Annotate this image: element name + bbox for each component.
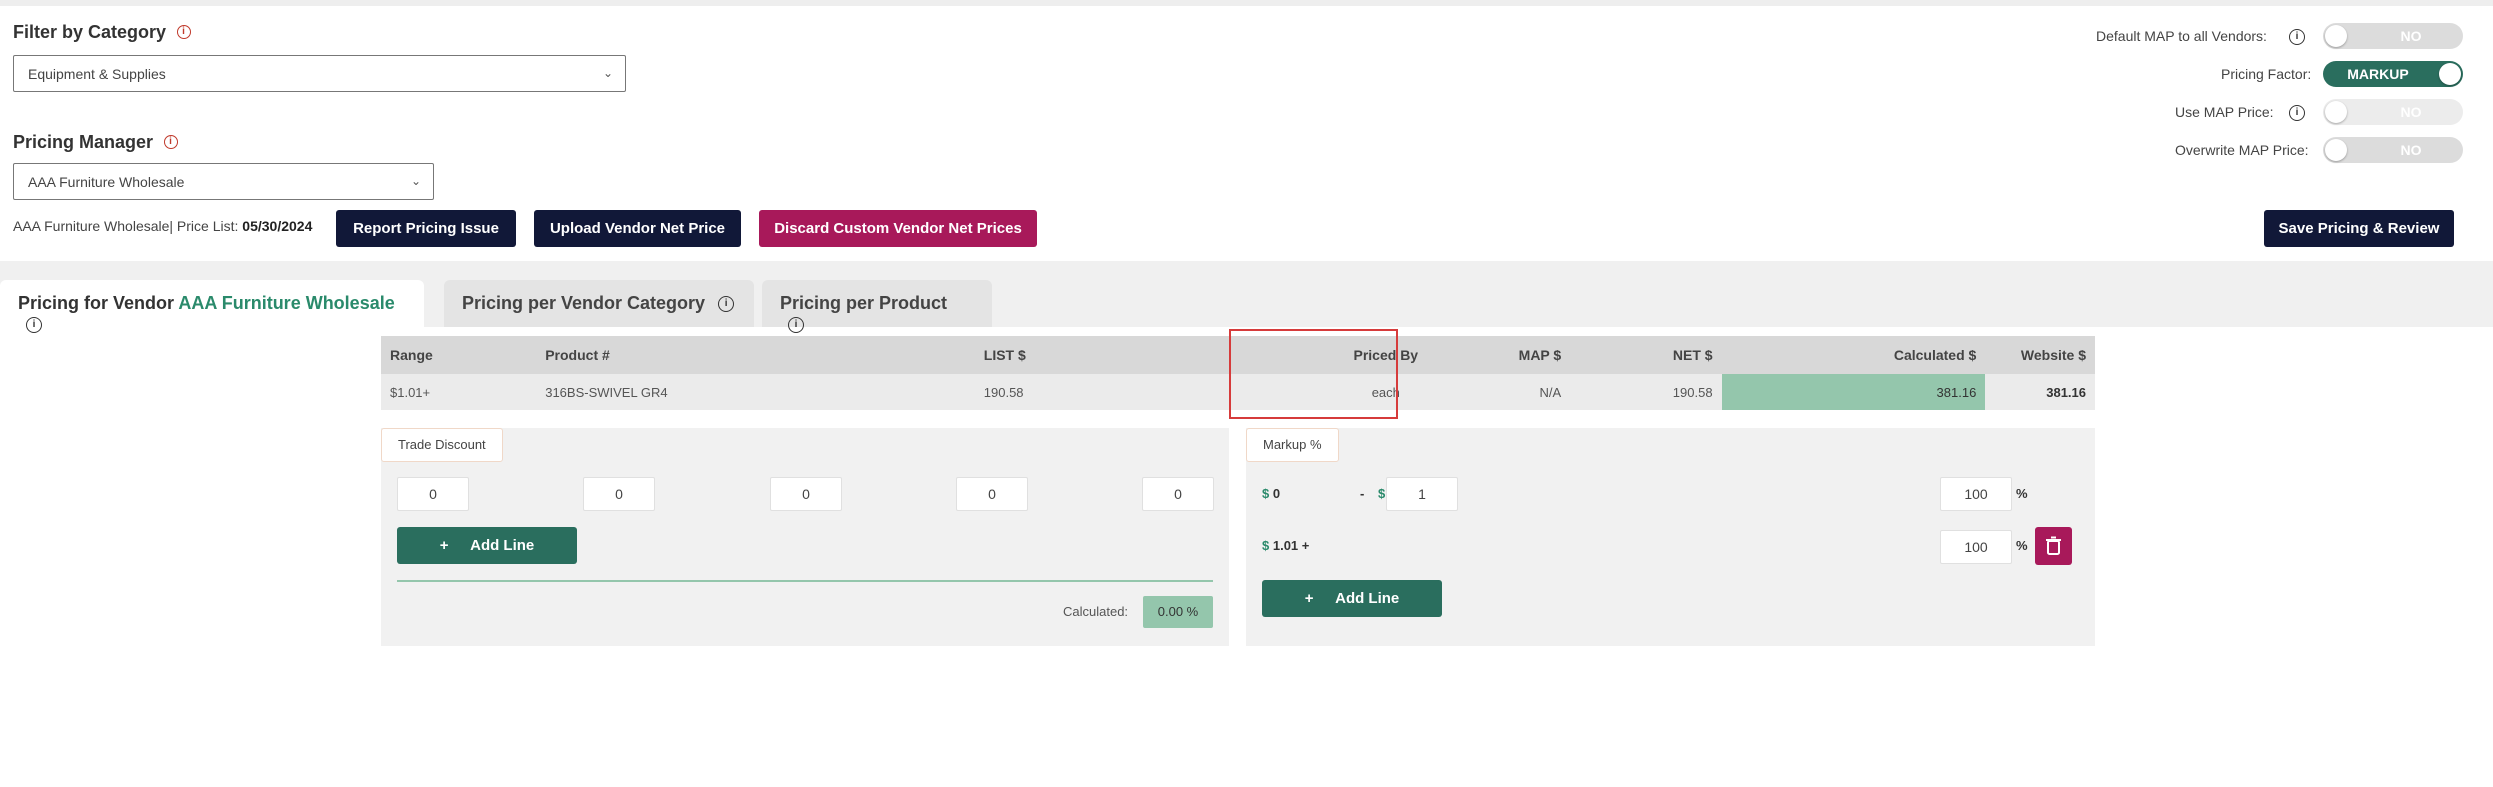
discard-custom-prices-button[interactable]: Discard Custom Vendor Net Prices	[759, 210, 1037, 247]
overwrite-map-label: Overwrite MAP Price:	[2175, 142, 2309, 158]
pricing-factor-toggle[interactable]: MARKUP	[2323, 61, 2463, 87]
markup-row1-pct-sign: %	[2016, 486, 2028, 501]
trade-discount-input-3[interactable]: 0	[770, 477, 842, 511]
header-range: Range	[381, 336, 537, 374]
filter-title: Filter by Category i	[13, 22, 191, 43]
chevron-down-icon: ⌄	[602, 66, 613, 80]
cell-website: 381.16	[1985, 374, 2095, 410]
save-pricing-review-button[interactable]: Save Pricing & Review	[2264, 210, 2454, 247]
tab-category-label: Pricing per Vendor Category	[462, 293, 706, 313]
trade-discount-input-2[interactable]: 0	[583, 477, 655, 511]
plus-icon: +	[1304, 590, 1314, 607]
cell-calculated: 381.16	[1721, 374, 1986, 410]
use-map-toggle-value: NO	[2400, 104, 2422, 120]
settings-panel: Filter by Category i Equipment & Supplie…	[0, 6, 2480, 261]
header-product: Product #	[536, 336, 975, 374]
cell-net: 190.58	[1570, 374, 1722, 410]
trade-discount-input-4[interactable]: 0	[956, 477, 1028, 511]
default-map-toggle[interactable]: NO	[2323, 23, 2463, 49]
pricing-manager-info-icon[interactable]: i	[163, 135, 178, 149]
markup-row1-pct-input[interactable]: 100	[1940, 477, 2012, 511]
markup-row2-pct-sign: %	[2016, 538, 2028, 553]
report-pricing-issue-button[interactable]: Report Pricing Issue	[336, 210, 516, 247]
add-line-label: Add Line	[470, 537, 535, 554]
use-map-info-icon[interactable]: i	[2289, 105, 2305, 121]
trash-icon	[2046, 536, 2061, 555]
default-map-toggle-value: NO	[2400, 28, 2422, 44]
tab-vendor-prefix: Pricing for Vendor	[18, 293, 175, 313]
trade-discount-add-line-button[interactable]: + Add Line	[397, 527, 577, 564]
cell-product: 316BS-SWIVEL GR4	[536, 374, 975, 410]
plus-icon: +	[439, 537, 449, 554]
header-website: Website $	[1985, 336, 2095, 374]
priced-by-highlight	[1229, 329, 1398, 419]
header-calculated: Calculated $	[1721, 336, 1986, 374]
cell-range: $1.01+	[381, 374, 537, 410]
pricing-manager-label: Pricing Manager	[13, 132, 154, 152]
toggle-knob	[2439, 63, 2461, 85]
toggle-knob	[2325, 25, 2347, 47]
pricing-manager-title: Pricing Manager i	[13, 132, 178, 153]
cell-map: N/A	[1454, 374, 1571, 410]
markup-card: Markup % $ 0 - $ 1 100 % $ 1.01 + 100 % …	[1246, 428, 2095, 646]
markup-row1-dash: - $	[1360, 486, 1386, 501]
toggle-knob	[2325, 139, 2347, 161]
upload-vendor-net-price-button[interactable]: Upload Vendor Net Price	[534, 210, 741, 247]
price-list-vendor: AAA Furniture Wholesale| Price List:	[13, 218, 239, 234]
pricing-manager-select[interactable]: AAA Furniture Wholesale ⌄	[13, 163, 434, 200]
pricing-manager-select-value: AAA Furniture Wholesale	[28, 174, 185, 190]
header-net: NET $	[1570, 336, 1722, 374]
markup-row1-from: $ 0	[1262, 486, 1281, 501]
category-select-value: Equipment & Supplies	[28, 66, 166, 82]
header-map: MAP $	[1454, 336, 1571, 374]
calculated-value: 0.00 %	[1143, 596, 1213, 628]
tab-vendor-name: AAA Furniture Wholesale	[178, 293, 395, 313]
use-map-label: Use MAP Price:	[2175, 104, 2274, 120]
tab-pricing-for-vendor[interactable]: Pricing for Vendor AAA Furniture Wholesa…	[0, 280, 424, 334]
add-line-label: Add Line	[1335, 590, 1400, 607]
default-map-label: Default MAP to all Vendors:	[2096, 28, 2267, 44]
trade-discount-input-5[interactable]: 0	[1142, 477, 1214, 511]
calculated-label: Calculated:	[1063, 604, 1129, 619]
tab-product-info-icon[interactable]: i	[788, 317, 804, 334]
markup-tag: Markup %	[1246, 428, 1339, 462]
markup-add-line-button[interactable]: + Add Line	[1262, 580, 1442, 617]
price-list-date: 05/30/2024	[242, 218, 313, 234]
tab-vendor-info-icon[interactable]: i	[26, 317, 42, 334]
pricing-factor-label: Pricing Factor:	[2221, 66, 2312, 82]
trade-discount-card: Trade Discount 0 0 0 0 0 + Add Line Calc…	[381, 428, 1229, 646]
divider	[397, 580, 1213, 582]
tab-pricing-per-vendor-category[interactable]: Pricing per Vendor Category i	[444, 280, 754, 327]
filter-title-label: Filter by Category	[13, 22, 167, 42]
overwrite-map-toggle[interactable]: NO	[2323, 137, 2463, 163]
pricing-factor-toggle-value: MARKUP	[2347, 66, 2409, 82]
markup-row2-from: $ 1.01 +	[1262, 538, 1310, 553]
default-map-info-icon[interactable]: i	[2289, 29, 2305, 45]
trade-discount-tag: Trade Discount	[381, 428, 503, 462]
tab-category-info-icon[interactable]: i	[718, 296, 735, 313]
trade-discount-input-1[interactable]: 0	[397, 477, 469, 511]
overwrite-map-toggle-value: NO	[2400, 142, 2422, 158]
markup-row2-pct-input[interactable]: 100	[1940, 530, 2012, 564]
chevron-down-icon: ⌄	[410, 174, 421, 188]
tab-product-label: Pricing per Product	[780, 293, 948, 313]
price-list-info: AAA Furniture Wholesale| Price List: 05/…	[13, 218, 312, 234]
delete-row-button[interactable]	[2035, 527, 2072, 565]
filter-info-icon[interactable]: i	[176, 25, 191, 39]
markup-row1-to-input[interactable]: 1	[1386, 477, 1458, 511]
tab-pricing-per-product[interactable]: Pricing per Product i	[762, 280, 992, 334]
use-map-toggle[interactable]: NO	[2323, 99, 2463, 125]
category-select[interactable]: Equipment & Supplies ⌄	[13, 55, 626, 92]
toggle-knob	[2325, 101, 2347, 123]
